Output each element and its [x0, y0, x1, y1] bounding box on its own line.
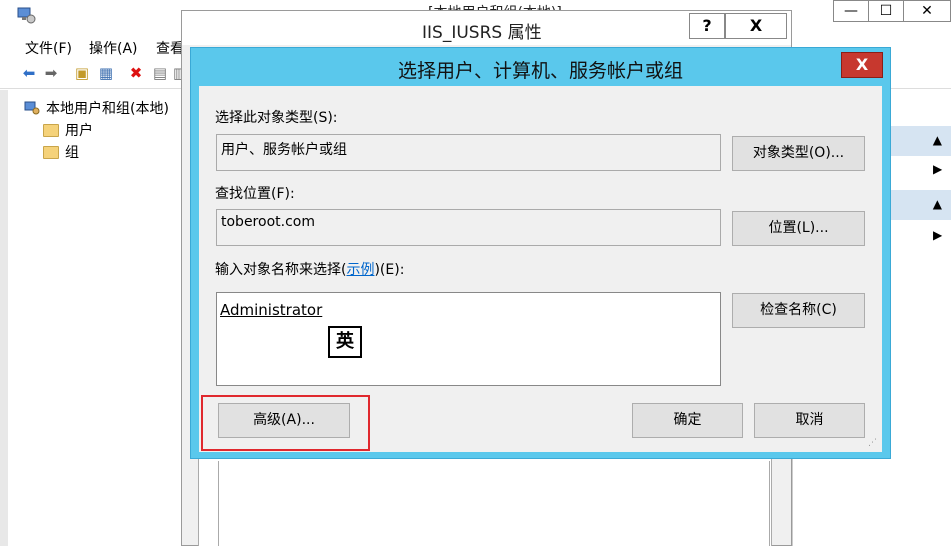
dialog-close-button[interactable]: X — [841, 52, 883, 78]
check-names-button[interactable]: 检查名称(C) — [732, 293, 865, 328]
collapse-icon: ▲ — [932, 197, 942, 211]
menu-file[interactable]: 文件(F) — [25, 38, 72, 58]
computer-management-icon — [17, 7, 36, 24]
entered-object-name: Administrator — [220, 301, 323, 319]
examples-link[interactable]: 示例 — [346, 262, 374, 278]
advanced-button-highlight — [201, 395, 370, 451]
tree-item-users-label: 用户 — [65, 123, 93, 139]
folder-icon — [43, 145, 59, 159]
locations-button[interactable]: 位置(L)... — [732, 211, 865, 246]
menu-action[interactable]: 操作(A) — [89, 38, 138, 58]
dialog-title-bar: 选择用户、计算机、服务帐户或组 X — [191, 48, 890, 86]
location-label: 查找位置(F): — [215, 186, 295, 202]
properties-close-button[interactable]: X — [725, 13, 787, 39]
ok-button[interactable]: 确定 — [632, 403, 743, 438]
properties-title: IIS_IUSRS 属性 — [422, 23, 542, 43]
show-hide-tree-icon[interactable]: ▦ — [96, 63, 116, 83]
cancel-button[interactable]: 取消 — [754, 403, 865, 438]
ime-indicator[interactable]: 英 — [328, 326, 362, 358]
object-types-button[interactable]: 对象类型(O)... — [732, 136, 865, 171]
dialog-body: 选择此对象类型(S): 用户、服务帐户或组 对象类型(O)... 查找位置(F)… — [199, 86, 882, 452]
actions-section-header[interactable]: ▲ — [883, 190, 951, 220]
object-names-label: 输入对象名称来选择(示例)(E): — [215, 259, 404, 279]
object-names-label-prefix: 输入对象名称来选择( — [215, 262, 347, 278]
properties-icon[interactable]: ▤ — [150, 63, 170, 83]
resize-grip-icon[interactable]: ⋰ — [868, 438, 878, 448]
maximize-button[interactable]: ☐ — [868, 0, 904, 22]
left-scrollbar[interactable] — [0, 90, 8, 546]
menu-view[interactable]: 查看 — [156, 38, 184, 58]
tree-root-label: 本地用户和组(本地) — [46, 101, 169, 117]
properties-title-bar: IIS_IUSRS 属性 ? X — [182, 11, 791, 45]
dialog-title: 选择用户、计算机、服务帐户或组 — [397, 60, 683, 82]
object-type-field: 用户、服务帐户或组 — [216, 134, 721, 171]
location-field: toberoot.com — [216, 209, 721, 246]
submenu-arrow-icon[interactable]: ▶ — [933, 228, 942, 242]
tree-item-groups[interactable]: 组 — [43, 142, 79, 162]
delete-icon[interactable]: ✖ — [126, 63, 146, 83]
object-names-label-suffix: )(E): — [374, 262, 405, 278]
tree-item-groups-label: 组 — [65, 145, 79, 161]
back-arrow-icon[interactable]: ⬅ — [19, 63, 39, 83]
users-groups-icon — [24, 101, 40, 115]
folder-icon — [43, 123, 59, 137]
select-users-dialog: 选择用户、计算机、服务帐户或组 X 选择此对象类型(S): 用户、服务帐户或组 … — [190, 47, 891, 459]
forward-arrow-icon[interactable]: ➡ — [41, 63, 61, 83]
object-names-input[interactable]: Administrator — [216, 292, 721, 386]
tree-root-item[interactable]: 本地用户和组(本地) — [24, 98, 169, 118]
tree-item-users[interactable]: 用户 — [43, 120, 93, 140]
up-folder-icon[interactable]: ▣ — [72, 63, 92, 83]
console-tree: 本地用户和组(本地) 用户 组 — [8, 92, 198, 546]
members-list[interactable] — [218, 461, 770, 546]
help-button[interactable]: ? — [689, 13, 725, 39]
close-button[interactable]: ✕ — [903, 0, 951, 22]
submenu-arrow-icon[interactable]: ▶ — [933, 162, 942, 176]
object-type-label: 选择此对象类型(S): — [215, 110, 338, 126]
actions-section-header[interactable]: ▲ — [883, 126, 951, 156]
collapse-icon: ▲ — [932, 133, 942, 147]
minimize-button[interactable]: — — [833, 0, 869, 22]
